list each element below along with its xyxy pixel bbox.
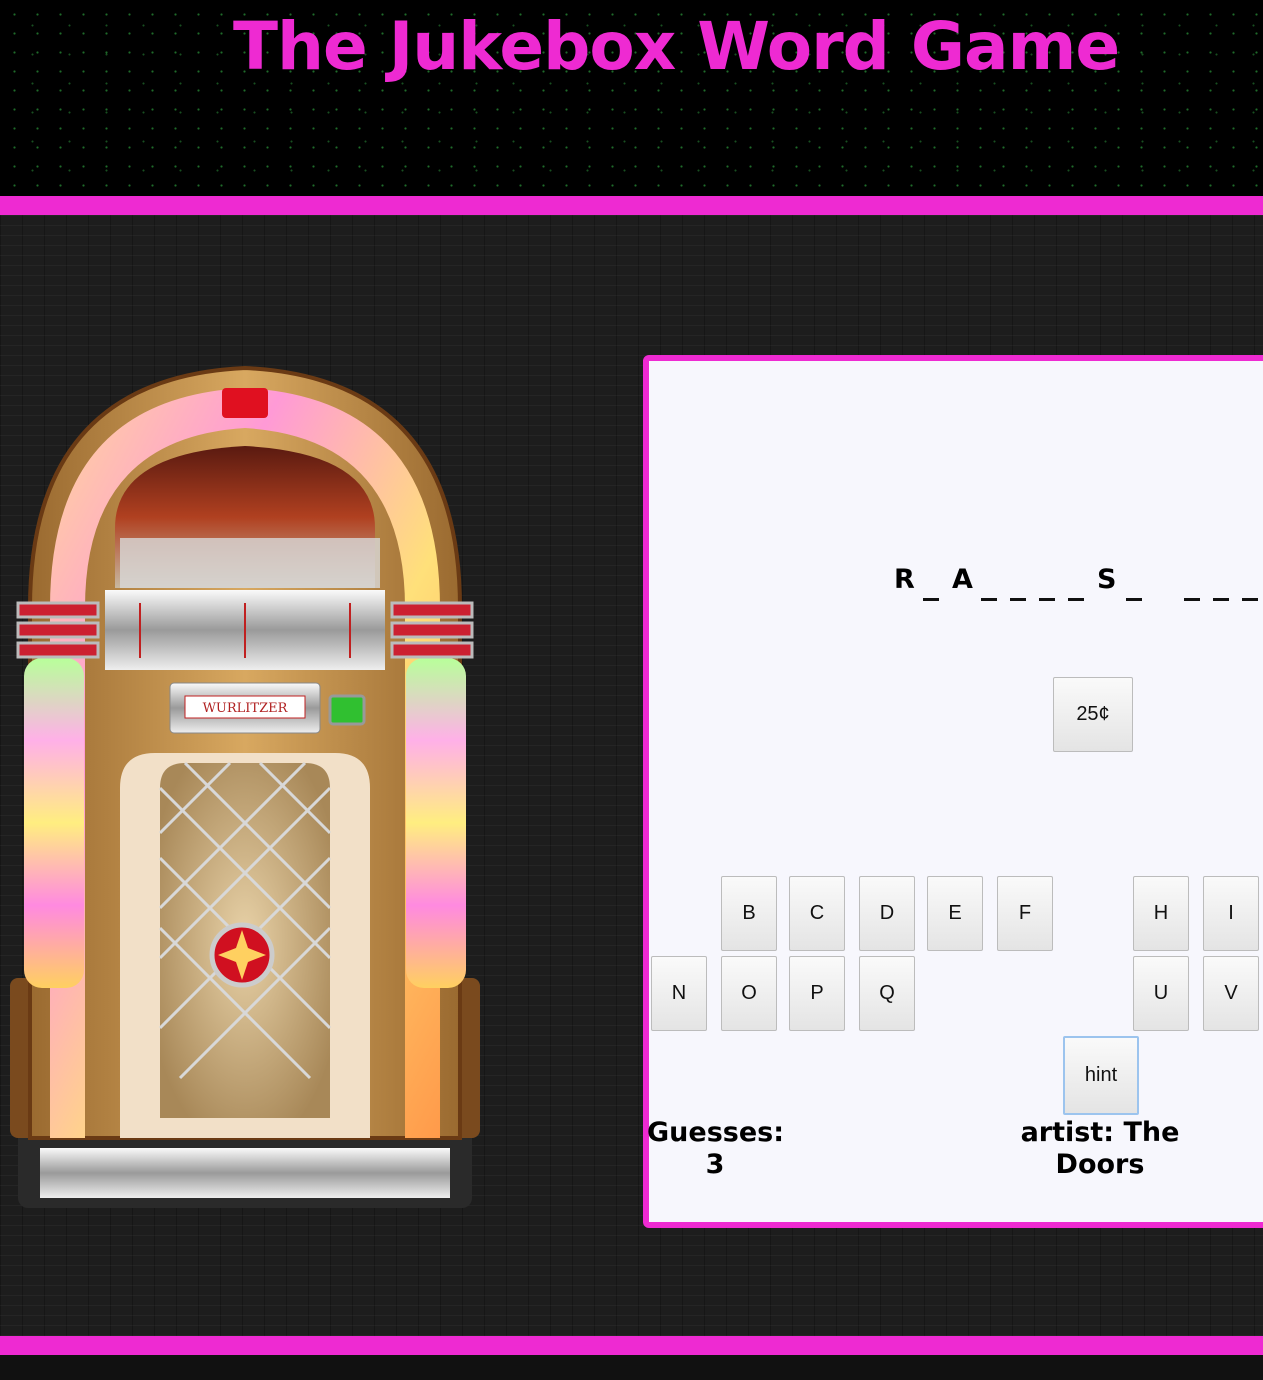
puzzle-blank — [923, 566, 939, 601]
letter-button-u[interactable]: U — [1133, 956, 1189, 1031]
puzzle-letter: S — [1097, 564, 1117, 595]
header-divider — [0, 196, 1263, 215]
letter-button-q[interactable]: Q — [859, 956, 915, 1031]
guesses-counter: Guesses: 3 — [647, 1117, 785, 1181]
letter-button-i[interactable]: I — [1203, 876, 1259, 951]
footer — [0, 1355, 1263, 1380]
puzzle-blank — [1010, 566, 1026, 601]
puzzle-word: RAS — [894, 566, 1263, 601]
game-panel: R A S 25¢ B C D E F H I N O P Q U V hint G… — [643, 355, 1263, 1228]
hint-button[interactable]: hint — [1063, 1036, 1139, 1115]
jukebox-image: WURLITZER — [10, 358, 480, 1214]
puzzle-blank — [1039, 566, 1055, 601]
letter-button-p[interactable]: P — [789, 956, 845, 1031]
coin-button[interactable]: 25¢ — [1053, 677, 1133, 752]
puzzle-letter: A — [952, 564, 973, 595]
puzzle-blank — [1126, 566, 1142, 601]
puzzle-blank — [981, 566, 997, 601]
puzzle-blank — [1184, 566, 1200, 601]
artist-hint: artist: The Doors — [1020, 1117, 1180, 1180]
page-title: The Jukebox Word Game — [233, 8, 1120, 85]
letter-button-d[interactable]: D — [859, 876, 915, 951]
letter-button-b[interactable]: B — [721, 876, 777, 951]
footer-divider — [0, 1336, 1263, 1355]
letter-button-n[interactable]: N — [651, 956, 707, 1031]
guesses-value: 3 — [705, 1149, 725, 1180]
letter-button-f[interactable]: F — [997, 876, 1053, 951]
letter-button-o[interactable]: O — [721, 956, 777, 1031]
letter-button-e[interactable]: E — [927, 876, 983, 951]
guesses-label: Guesses: — [647, 1117, 785, 1148]
puzzle-space — [1155, 566, 1171, 601]
letter-button-v[interactable]: V — [1203, 956, 1259, 1031]
puzzle-letter: R — [894, 564, 915, 595]
letter-button-c[interactable]: C — [789, 876, 845, 951]
puzzle-blank — [1213, 566, 1229, 601]
letter-button-h[interactable]: H — [1133, 876, 1189, 951]
svg-text:WURLITZER: WURLITZER — [203, 701, 289, 716]
puzzle-blank — [1068, 566, 1084, 601]
puzzle-blank — [1242, 566, 1258, 601]
header: The Jukebox Word Game — [0, 0, 1263, 196]
